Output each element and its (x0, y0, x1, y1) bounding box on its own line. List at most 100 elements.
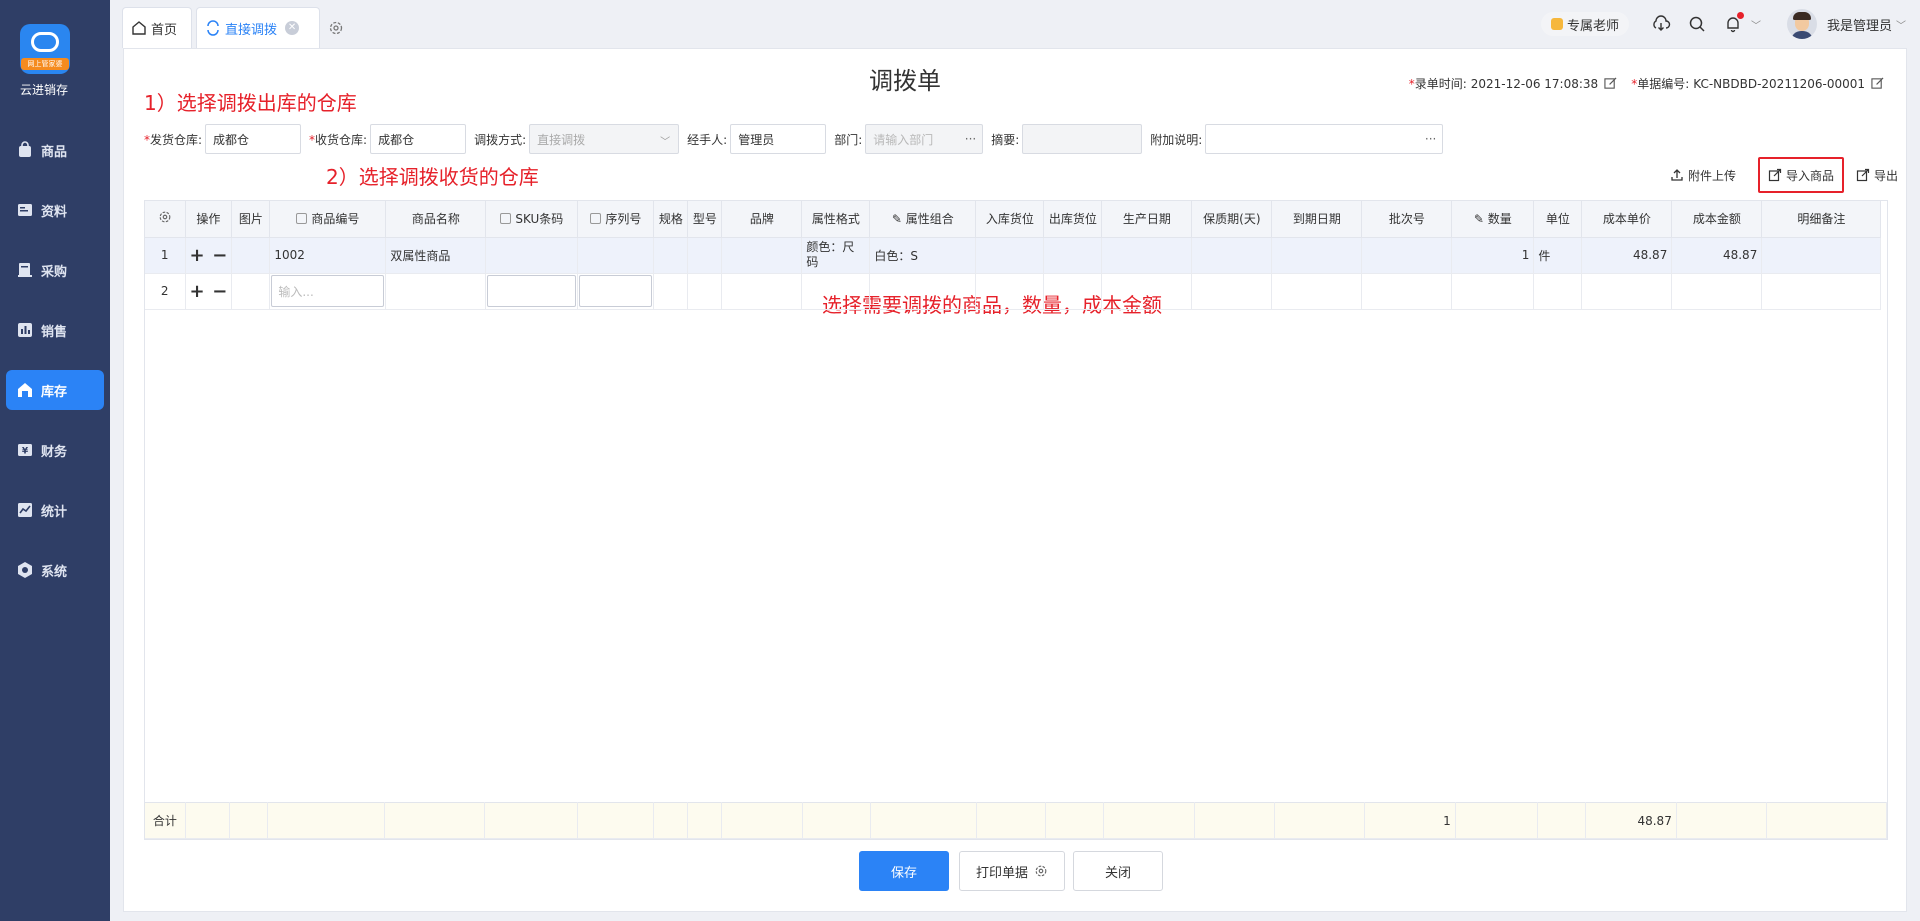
dept-label: 部门: (834, 132, 863, 147)
sidebar-item-stats[interactable]: 统计 (6, 490, 104, 530)
chevron-down-icon: ﹀ (660, 137, 671, 148)
cell-code[interactable]: 1002 (269, 237, 387, 274)
sidebar-item-finance[interactable]: ¥ 财务 (6, 430, 104, 470)
summary-field[interactable] (1022, 124, 1143, 154)
chevron-down-icon[interactable]: ﹀ (1751, 17, 1761, 32)
transfer-method-select[interactable]: 直接调拨 ﹀ (529, 124, 680, 154)
handler-field[interactable]: 管理员 (730, 124, 827, 154)
select-icon (296, 213, 308, 225)
note-field[interactable]: ··· (1205, 124, 1444, 154)
sidebar-item-sales[interactable]: 销售 (6, 310, 104, 350)
svg-text:¥: ¥ (22, 447, 29, 457)
cloud-download-icon[interactable] (1651, 14, 1671, 34)
sidebar-item-label: 销售 (41, 324, 68, 340)
sidebar-item-label: 商品 (41, 144, 68, 160)
col-header: 规格 (653, 201, 689, 238)
annotation-step2: 2）选择调拨收货的仓库 (326, 165, 539, 189)
tab-home[interactable]: 首页 (122, 7, 192, 48)
col-header: ✎ 属性组合 (869, 201, 977, 238)
avatar[interactable] (1786, 9, 1817, 39)
print-button[interactable]: 打印单据 (959, 851, 1065, 891)
to-warehouse-label: 收货仓库: (315, 132, 368, 147)
handler-label: 经手人: (687, 132, 728, 147)
stats-icon (16, 501, 34, 519)
cell-brand (721, 237, 803, 274)
import-goods-button[interactable]: 导入商品 (1757, 157, 1844, 193)
bell-icon[interactable] (1723, 12, 1744, 34)
cell-remark[interactable] (1761, 237, 1882, 274)
close-button[interactable]: 关闭 (1073, 851, 1163, 891)
more-icon[interactable]: ··· (1425, 132, 1436, 146)
entry-time-label: 录单时间: (1414, 77, 1467, 91)
serial-input[interactable] (579, 275, 653, 307)
cell-production-date[interactable] (1101, 237, 1193, 274)
cell-name: 双属性商品 (385, 237, 487, 274)
select-icon (500, 213, 512, 225)
cell-in-location[interactable] (975, 237, 1045, 274)
export-button[interactable]: 导出 (1848, 157, 1906, 193)
notification-dot (1736, 12, 1744, 19)
save-button[interactable]: 保存 (859, 851, 949, 891)
from-warehouse-field[interactable]: 成都仓 (205, 124, 302, 154)
cell-spec (653, 237, 689, 274)
more-icon[interactable]: ··· (965, 132, 976, 146)
col-header: 属性格式 (801, 201, 871, 238)
teacher-icon (1550, 18, 1563, 30)
cell-attr-combo[interactable]: 白色：S (869, 237, 977, 274)
total-amount: 48.87 (1585, 802, 1677, 839)
sku-input[interactable] (487, 275, 577, 307)
cell-qty[interactable]: 1 (1451, 237, 1535, 274)
sidebar-item-goods[interactable]: 商品 (6, 130, 104, 170)
cell-expiry-date[interactable] (1271, 237, 1363, 274)
close-icon[interactable]: ✕ (285, 21, 300, 35)
cell-batch[interactable] (1361, 237, 1453, 274)
header-form: *发货仓库: 成都仓 *收货仓库: 成都仓 调拨方式: 直接调拨 ﹀ 经手人: 管… (144, 124, 1451, 154)
edit-icon[interactable] (1604, 77, 1617, 90)
teacher-label: 专属老师 (1566, 18, 1619, 34)
sidebar: 网上管家婆 云进销存 商品 资料 采购 销售 库存 ¥ 财务 统计 系统 (0, 0, 110, 921)
cell-image (231, 273, 271, 310)
table-row[interactable]: 2 + − 输入... (145, 273, 1882, 310)
add-row-icon[interactable]: + (190, 281, 205, 302)
sidebar-item-purchase[interactable]: 采购 (6, 250, 104, 290)
cell-sku[interactable] (485, 237, 579, 274)
sidebar-item-inventory[interactable]: 库存 (6, 370, 104, 410)
sidebar-item-label: 库存 (41, 384, 68, 400)
tab-direct-transfer[interactable]: 直接调拨 ✕ (196, 7, 320, 48)
col-header: 保质期(天) (1191, 201, 1273, 238)
exclusive-teacher-button[interactable]: 专属老师 (1540, 12, 1629, 36)
goods-code-input[interactable]: 输入... (271, 275, 385, 307)
gear-icon[interactable] (1034, 864, 1048, 878)
cell-model (687, 237, 723, 274)
sidebar-item-label: 财务 (41, 444, 68, 460)
table-row[interactable]: 1 + − 1002 双属性商品 颜色：尺码 白色：S 1 件 48.87 48… (145, 237, 1882, 274)
cell-shelf-life[interactable] (1191, 237, 1273, 274)
logo-badge: 网上管家婆 (21, 58, 69, 70)
col-header: 明细备注 (1761, 201, 1882, 238)
to-warehouse-field[interactable]: 成都仓 (370, 124, 467, 154)
from-warehouse-label: 发货仓库: (150, 132, 203, 147)
cell-amount[interactable]: 48.87 (1671, 237, 1763, 274)
cell-unit-cost[interactable]: 48.87 (1581, 237, 1673, 274)
table-header: 操作 图片 商品编号 商品名称 SKU条码 序列号 规格 型号 品牌 属性格式 … (145, 201, 1882, 238)
chevron-down-icon[interactable]: ﹀ (1896, 17, 1906, 32)
total-row: 合计 1 48.87 (145, 802, 1887, 839)
column-settings[interactable] (145, 201, 186, 238)
remove-row-icon[interactable]: − (212, 245, 227, 266)
search-icon[interactable] (1687, 14, 1707, 34)
gear-icon[interactable] (328, 20, 344, 36)
edit-icon[interactable] (1871, 77, 1884, 90)
add-row-icon[interactable]: + (190, 245, 205, 266)
col-header: 批次号 (1361, 201, 1453, 238)
sidebar-item-system[interactable]: 系统 (6, 550, 104, 590)
home-icon (132, 21, 146, 35)
department-field[interactable]: 请输入部门 ··· (865, 124, 984, 154)
username[interactable]: 我是管理员 (1827, 15, 1892, 34)
attachment-upload-button[interactable]: 附件上传 (1662, 157, 1744, 193)
app-logo: 网上管家婆 (20, 24, 70, 74)
cell-serial[interactable] (577, 237, 655, 274)
total-label: 合计 (145, 802, 186, 839)
cell-out-location[interactable] (1043, 237, 1103, 274)
remove-row-icon[interactable]: − (212, 281, 227, 302)
sidebar-item-data[interactable]: 资料 (6, 190, 104, 230)
